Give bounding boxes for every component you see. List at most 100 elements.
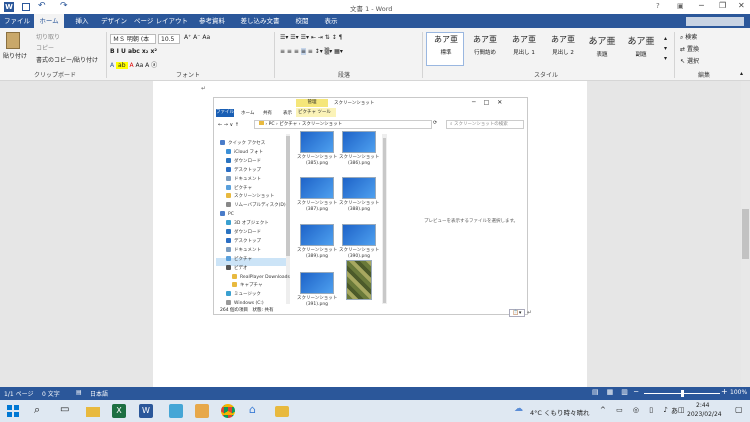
style-item[interactable]: あア亜 標準	[428, 34, 464, 56]
font-format-icons[interactable]: B I U abc x₂ x²	[110, 48, 157, 55]
styles-scroll-icon[interactable]: ▴ ▾ ▾	[664, 34, 667, 64]
zoom-in-icon[interactable]: +	[721, 387, 728, 396]
paint-icon[interactable]	[195, 404, 209, 418]
clock-time[interactable]: 2:44	[696, 402, 709, 409]
nav-item-icon	[226, 246, 231, 252]
style-item[interactable]: あア亜 行間詰め	[467, 34, 503, 56]
file-name: スクリーンショット (389).png	[297, 248, 338, 259]
scroll-thumb[interactable]	[742, 209, 749, 259]
font-size-select[interactable]: 10.5	[158, 34, 180, 44]
paste-button[interactable]: 貼り付け	[3, 51, 27, 60]
account-avatar[interactable]	[686, 17, 744, 26]
undo-icon[interactable]: ↶	[38, 1, 46, 11]
explorer-file-tab: ファイル	[216, 109, 234, 117]
style-item[interactable]: あア亜 副題	[623, 34, 659, 58]
nav-item-label: ドキュメント	[234, 176, 261, 182]
alignment-icons[interactable]: ≡ ≡ ≡ ≡ ≡ ↕▾ ▒▾ ▦▾	[280, 48, 343, 55]
tab-review[interactable]: 校閲	[290, 14, 314, 28]
nav-item-label: Windows (C:)	[234, 301, 264, 307]
list-icons[interactable]: ☰▾ ☰▾ ☰▾ ⇤ ⇥ ⇅ ↕ ¶	[280, 34, 342, 41]
vertical-scrollbar[interactable]	[741, 81, 750, 387]
chrome-icon[interactable]	[221, 404, 235, 418]
divider	[106, 32, 107, 78]
cut-button[interactable]: 切り取り	[36, 32, 60, 41]
nav-item-icon	[226, 166, 231, 172]
close-button[interactable]: ✕	[738, 1, 745, 10]
tab-home[interactable]: ホーム	[34, 14, 64, 28]
paste-options-icon[interactable]: 📋▾	[509, 309, 525, 317]
select-label: 選択	[686, 58, 699, 65]
explorer-nav-item: ダウンロード	[226, 229, 261, 235]
notification-icon[interactable]: ▢	[735, 405, 743, 414]
help-icon[interactable]: ?	[656, 2, 660, 10]
zoom-out-icon[interactable]: ─	[634, 388, 638, 396]
page-count[interactable]: 1/1 ページ	[4, 389, 33, 398]
tab-view[interactable]: 表示	[319, 14, 343, 28]
format-painter-button[interactable]: 書式のコピー/貼り付け	[36, 55, 98, 64]
style-item[interactable]: あア亜 見出し 1	[506, 34, 542, 56]
select-button[interactable]: ↖ 選択	[680, 56, 699, 65]
view-mode-icons[interactable]: ▤▦▥	[592, 388, 636, 396]
copy-button[interactable]: コピー	[36, 43, 54, 52]
style-item[interactable]: あア亜 見出し 2	[545, 34, 581, 56]
taskbar: ⌕ ▭ X W ⌂ ☁ 4°C くもり時々晴れ ^ ▭ ◎ ▯ ♪ ◫ あ 2:…	[0, 400, 750, 422]
paste-icon[interactable]	[6, 32, 20, 49]
nav-item-icon	[226, 193, 231, 199]
save-icon[interactable]	[22, 3, 30, 11]
zoom-slider-thumb[interactable]	[681, 390, 684, 397]
excel-icon[interactable]: X	[112, 404, 126, 418]
status-bar: 1/1 ページ 0 文字 ▤ 日本語 ▤▦▥ ─ + 100%	[0, 387, 750, 400]
nav-item-icon	[232, 282, 237, 288]
weather-icon[interactable]: ☁	[514, 404, 523, 414]
word-icon[interactable]: W	[139, 404, 153, 418]
tab-mailings[interactable]: 差し込み文書	[235, 14, 285, 28]
tab-insert[interactable]: 挿入	[68, 14, 96, 28]
file-name: スクリーンショット (385).png	[297, 155, 338, 166]
style-item[interactable]: あア亜 表題	[584, 34, 620, 58]
nav-item-icon	[226, 300, 231, 306]
weather-text[interactable]: 4°C くもり時々晴れ	[530, 407, 590, 417]
divider	[422, 32, 423, 78]
tab-page-layout[interactable]: ページ レイアウト	[134, 14, 188, 28]
nav-item-icon	[226, 148, 231, 154]
replace-button[interactable]: ⇄ 置換	[680, 44, 699, 53]
explorer-window-controls: ─□✕	[472, 99, 511, 106]
store-icon[interactable]	[169, 404, 183, 418]
font-grow-icon[interactable]: A⁺ A⁻ Aa	[184, 34, 210, 41]
style-name: 行間詰め	[473, 50, 496, 56]
word-count[interactable]: 0 文字	[42, 389, 60, 398]
ribbon-display-icon[interactable]: ▣	[677, 2, 684, 10]
font-name-select[interactable]: ＭＳ 明朝 (本	[110, 34, 156, 44]
styles-group-label: スタイル	[534, 72, 559, 79]
word-app-icon[interactable]: W	[4, 2, 14, 12]
collapse-ribbon-icon[interactable]: ▴	[740, 70, 743, 77]
tab-file[interactable]: ファイル	[2, 14, 32, 28]
nav-item-icon	[226, 237, 231, 243]
style-preview: あア亜	[551, 35, 575, 44]
find-button[interactable]: ⌕ 検索	[680, 32, 697, 42]
start-icon[interactable]	[7, 405, 19, 417]
clock-date[interactable]: 2023/02/24	[687, 411, 722, 418]
search-icon[interactable]: ⌕	[34, 403, 40, 417]
file-explorer-taskbar-icon[interactable]	[86, 407, 100, 417]
tab-design[interactable]: デザイン	[98, 14, 130, 28]
task-view-icon[interactable]: ▭	[60, 404, 69, 415]
ime-indicator[interactable]: あ	[671, 406, 678, 416]
tab-references[interactable]: 参考資料	[193, 14, 231, 28]
minimize-button[interactable]: ─	[699, 1, 704, 10]
folder-icon[interactable]	[275, 406, 289, 417]
proofing-icon[interactable]: ▤	[76, 389, 82, 396]
font-color-icons[interactable]: A ab A Aa A ⓐ	[110, 60, 157, 69]
nav-item-label: ピクチャ	[234, 256, 252, 262]
home-icon[interactable]: ⌂	[249, 403, 256, 416]
nav-item-label: ダウンロード	[234, 230, 261, 235]
path-screenshots: スクリーンショット	[301, 122, 343, 127]
nav-item-icon	[226, 175, 231, 181]
nav-item-label: デスクトップ	[234, 167, 261, 173]
language[interactable]: 日本語	[90, 389, 108, 398]
redo-icon[interactable]: ↷	[60, 1, 68, 11]
restore-button[interactable]: ❐	[719, 1, 726, 10]
nav-item-label: PC	[228, 212, 234, 218]
zoom-level[interactable]: 100%	[730, 389, 747, 396]
style-name: 副題	[635, 52, 647, 58]
